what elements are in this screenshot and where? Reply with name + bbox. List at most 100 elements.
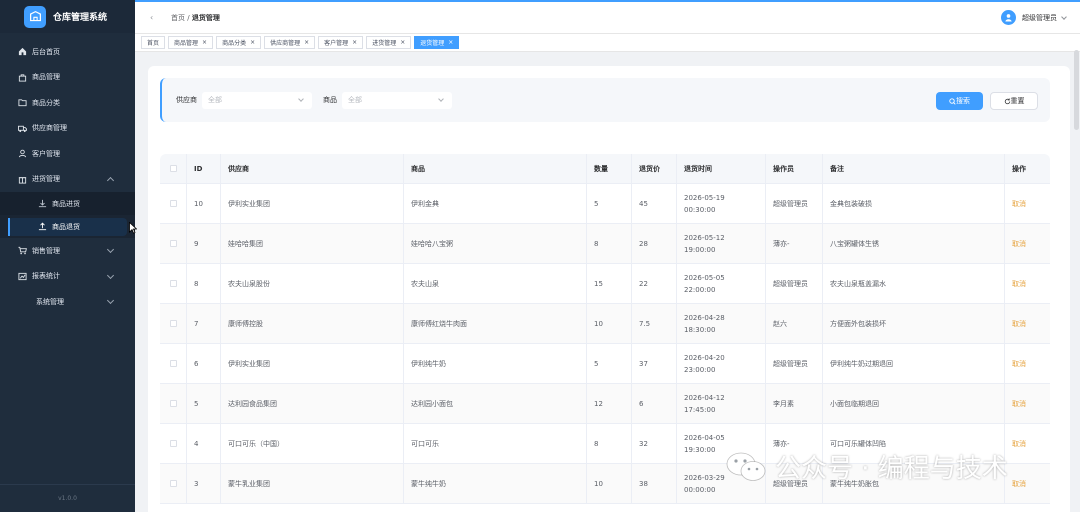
scrollbar[interactable] xyxy=(1074,50,1079,130)
row-checkbox[interactable] xyxy=(160,384,187,423)
breadcrumb-current: 退货管理 xyxy=(191,13,220,22)
sidebar-item-stock-in[interactable]: 商品进货 xyxy=(0,192,135,215)
cell-supplier: 娃哈哈集团 xyxy=(221,224,404,263)
cancel-link[interactable]: 取消 xyxy=(1012,238,1026,250)
sidebar-item-label: 供应商管理 xyxy=(32,124,67,133)
row-checkbox[interactable] xyxy=(160,424,187,463)
sidebar-item-reports[interactable]: 报表统计 xyxy=(0,264,135,290)
chevron-up-icon xyxy=(106,176,115,184)
chart-icon xyxy=(18,272,27,281)
column-header[interactable]: 商品 xyxy=(404,154,587,183)
cell-supplier: 伊利实业集团 xyxy=(221,344,404,383)
tab-label: 首页 xyxy=(147,40,160,47)
sidebar-item-label: 报表统计 xyxy=(32,272,60,281)
cell-operator: 薄亦- xyxy=(766,224,823,263)
close-icon[interactable]: × xyxy=(400,39,405,46)
close-icon[interactable]: × xyxy=(304,39,309,46)
cancel-link[interactable]: 取消 xyxy=(1012,198,1026,210)
tab-purchase[interactable]: 进货管理 × xyxy=(366,36,412,49)
column-header[interactable]: 操作员 xyxy=(766,154,823,183)
table-row: 10 伊利实业集团 伊利金典 5 45 2026-05-19 00:30:00 超级管理员 金典… xyxy=(160,184,1050,224)
column-header[interactable]: 数量 xyxy=(587,154,632,183)
cell-id: 6 xyxy=(187,344,221,383)
tab-label: 进货管理 xyxy=(372,40,397,47)
cell-qty: 8 xyxy=(587,224,632,263)
column-header[interactable]: ID xyxy=(187,154,221,183)
row-checkbox[interactable] xyxy=(160,264,187,303)
chevron-down-icon xyxy=(298,95,304,102)
column-header[interactable]: 备注 xyxy=(823,154,1005,183)
row-checkbox[interactable] xyxy=(160,344,187,383)
cell-remark: 金典包装破损 xyxy=(823,184,1005,223)
close-icon[interactable]: × xyxy=(250,39,255,46)
sidebar-item-stock-return[interactable]: 商品退货 xyxy=(0,215,135,238)
row-checkbox[interactable] xyxy=(160,224,187,263)
table-row: 9 娃哈哈集团 娃哈哈八宝粥 8 28 2026-05-12 19:00:00 薄亦- 八宝粥罐… xyxy=(160,224,1050,264)
close-icon[interactable]: × xyxy=(448,39,453,46)
cancel-link[interactable]: 取消 xyxy=(1012,398,1026,410)
sidebar-item-system[interactable]: 系统管理 xyxy=(0,289,135,315)
cancel-action-cell: 取消 xyxy=(1005,304,1049,343)
close-icon[interactable]: × xyxy=(352,39,357,46)
tab-products[interactable]: 商品管理 × xyxy=(168,36,214,49)
cancel-link[interactable]: 取消 xyxy=(1012,358,1026,370)
sidebar-item-customers[interactable]: 客户管理 xyxy=(0,141,135,167)
column-header[interactable]: 退货时间 xyxy=(677,154,766,183)
active-indicator xyxy=(8,218,10,236)
close-icon[interactable]: × xyxy=(202,39,207,46)
column-header[interactable]: 退货价 xyxy=(632,154,677,183)
product-select[interactable]: 全部 xyxy=(342,91,452,109)
row-checkbox[interactable] xyxy=(160,304,187,343)
column-header[interactable]: 供应商 xyxy=(221,154,404,183)
user-menu[interactable]: 超级管理员 xyxy=(1001,10,1067,25)
table-row: 8 农夫山泉股份 农夫山泉 15 22 2026-05-05 22:00:00 超级管理员 农夫… xyxy=(160,264,1050,304)
folder-icon xyxy=(18,98,27,107)
row-checkbox[interactable] xyxy=(160,464,187,503)
tab-suppliers[interactable]: 供应商管理 × xyxy=(264,36,316,49)
cell-return-time: 2026-05-12 19:00:00 xyxy=(677,224,766,263)
tab-returns[interactable]: 退货管理 × xyxy=(414,36,460,49)
sidebar-item-purchase[interactable]: 进货管理 xyxy=(0,167,135,193)
cell-return-time: 2026-05-19 00:30:00 xyxy=(677,184,766,223)
tab-customers[interactable]: 客户管理 × xyxy=(318,36,364,49)
sidebar-item-label: 进货管理 xyxy=(32,175,60,184)
sidebar-item-categories[interactable]: 商品分类 xyxy=(0,90,135,116)
table-header: ID 供应商 商品 数量 退货价 退货时间 操作员 备注 操作 xyxy=(160,154,1050,184)
cancel-action-cell: 取消 xyxy=(1005,224,1049,263)
select-all-checkbox[interactable] xyxy=(160,154,187,183)
cell-return-time: 2026-04-28 18:30:00 xyxy=(677,304,766,343)
reset-button[interactable]: 重置 xyxy=(990,92,1038,110)
tab-categories[interactable]: 商品分类 × xyxy=(216,36,262,49)
search-button[interactable]: 搜索 xyxy=(936,92,983,110)
home-icon xyxy=(18,47,27,56)
cell-date: 2026-03-29 xyxy=(684,473,725,482)
sidebar-item-sales[interactable]: 销售管理 xyxy=(0,238,135,264)
row-checkbox[interactable] xyxy=(160,184,187,223)
cell-date: 2026-05-05 xyxy=(684,273,725,282)
cell-product: 达利园小面包 xyxy=(404,384,587,423)
sidebar-item-suppliers[interactable]: 供应商管理 xyxy=(0,116,135,142)
cancel-link[interactable]: 取消 xyxy=(1012,478,1026,490)
supplier-select-value: 全部 xyxy=(208,96,222,104)
collapse-sidebar-icon[interactable]: ‹ xyxy=(150,13,156,22)
cell-time: 22:00:00 xyxy=(684,285,716,294)
cell-supplier: 伊利实业集团 xyxy=(221,184,404,223)
sidebar-item-dashboard[interactable]: 后台首页 xyxy=(0,39,135,65)
cancel-link[interactable]: 取消 xyxy=(1012,318,1026,330)
sidebar-item-products[interactable]: 商品管理 xyxy=(0,65,135,91)
cell-time: 18:30:00 xyxy=(684,325,716,334)
cell-price: 22 xyxy=(632,264,677,303)
version-label: v1.0.0 xyxy=(0,484,135,512)
app-root: 仓库管理系统 后台首页 商品管理 商品分类 供应商管理 客户管理 进货管理 商品… xyxy=(0,0,1080,512)
sidebar-item-label: 商品进货 xyxy=(52,199,80,208)
cancel-link[interactable]: 取消 xyxy=(1012,438,1026,450)
breadcrumb-home[interactable]: 首页 xyxy=(171,14,185,22)
logo[interactable]: 仓库管理系统 xyxy=(0,0,135,33)
cell-price: 6 xyxy=(632,384,677,423)
tab-home[interactable]: 首页 xyxy=(141,36,166,49)
supplier-select[interactable]: 全部 xyxy=(202,91,312,109)
sidebar-item-label: 商品退货 xyxy=(52,222,80,231)
cell-date: 2026-04-20 xyxy=(684,353,725,362)
table-row: 7 康师傅控股 康师傅红烧牛肉面 10 7.5 2026-04-28 18:30:00 赵六方… xyxy=(160,304,1050,344)
cancel-link[interactable]: 取消 xyxy=(1012,278,1026,290)
